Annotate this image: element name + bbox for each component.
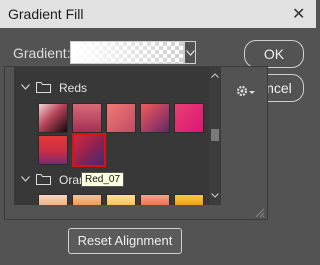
close-icon[interactable]: ✕ [292,4,305,24]
gradient-swatch-selected[interactable] [72,133,106,167]
gradient-swatch[interactable] [106,103,136,133]
group-row-reds[interactable]: Reds [14,78,209,98]
gradient-swatch[interactable] [106,194,136,205]
gradient-label: Gradient: [13,45,71,61]
group-name: Reds [59,81,88,95]
folder-icon [36,82,51,93]
gradient-swatch[interactable] [38,194,68,205]
dialog-titlebar: Gradient Fill ✕ [0,0,316,28]
dialog-title: Gradient Fill [8,6,84,22]
gradient-swatch[interactable] [38,135,68,165]
gradient-swatch[interactable] [140,194,170,205]
picker-scrollbar[interactable] [209,67,221,205]
ok-button[interactable]: OK [244,40,304,68]
gradient-swatch[interactable] [174,194,204,205]
gradient-picker-popup: Reds Orange [4,66,268,220]
folder-icon [36,174,51,185]
chevron-down-icon[interactable] [21,176,30,182]
chevron-down-icon[interactable] [21,84,30,90]
gradient-swatch[interactable] [72,194,102,205]
reset-alignment-button[interactable]: Reset Alignment [68,228,182,254]
resize-grip-icon[interactable] [253,206,265,218]
scroll-down-arrow-icon[interactable] [211,193,219,198]
gradient-swatch[interactable] [72,103,102,133]
gradient-preview-swatch[interactable] [70,41,184,64]
gradient-swatch[interactable] [140,103,170,133]
swatch-tooltip: Red_07 [81,172,125,187]
gear-icon[interactable] [236,84,256,98]
gradient-dropdown-button[interactable] [184,41,196,64]
gradient-swatch[interactable] [38,103,68,133]
scrollbar-thumb[interactable] [211,129,219,141]
scroll-up-arrow-icon[interactable] [211,73,219,78]
gradient-swatch[interactable] [174,103,204,133]
chevron-down-icon [186,50,195,56]
